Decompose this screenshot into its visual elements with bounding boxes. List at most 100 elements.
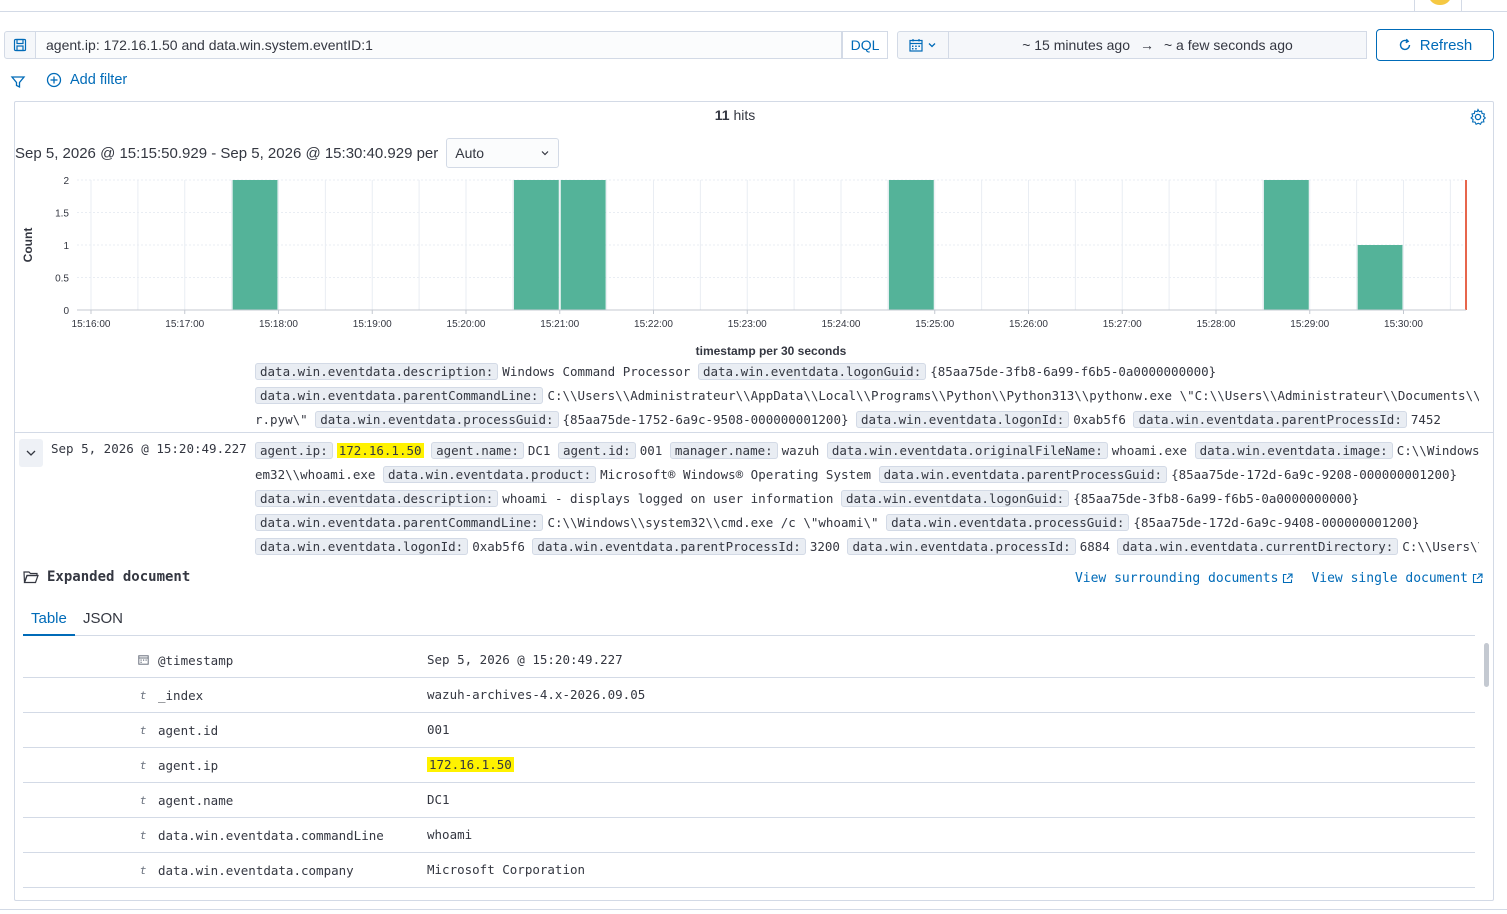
table-row[interactable]: t agent.id 001 [23,713,1475,748]
x-tick-label: 15:17:00 [165,319,204,330]
date-end[interactable]: ~ a few seconds ago [1164,37,1293,53]
field-value: Microsoft® Windows® Operating System [600,467,872,482]
scrollbar-thumb[interactable] [1484,643,1489,687]
field-line: data.win.eventdata.parentCommandLine: C:\… [255,384,1479,408]
field-value: 001 [639,443,663,458]
add-filter-button[interactable]: Add filter [46,72,127,88]
user-menu[interactable] [1414,0,1462,11]
field-line: data.win.eventdata.description: Windows C… [255,360,1479,384]
bar [888,180,934,310]
field-line: data.win.eventdata.description: whoami - … [255,487,1479,511]
field-key[interactable]: data.win.eventdata.parentProcessId: [1133,411,1407,428]
arrow-right-icon: → [1139,37,1154,53]
bar [232,180,278,310]
interval-select[interactable]: Auto [446,138,560,168]
field-key[interactable]: data.win.eventdata.parentProcessId: [532,538,806,555]
table-row[interactable]: t data.win.eventdata.company Microsoft Cor… [23,853,1475,888]
x-tick-label: 15:20:00 [447,319,486,330]
collapse-row-button[interactable] [19,439,43,467]
table-row[interactable]: t data.win.eventdata.commandLine whoami [23,818,1475,853]
field-key[interactable]: agent.ip: [255,442,333,459]
field-value: 7452 [1410,412,1441,427]
field-key[interactable]: data.win.eventdata.image: [1194,442,1393,459]
field-line: data.win.eventdata.logonId: 0xab5f6 data.… [255,535,1479,559]
saved-query-button[interactable] [4,31,36,59]
field-key[interactable]: agent.id: [557,442,636,459]
discover-panel: 11 hits Sep 5, 2026 @ 15:15:50.929 - Sep… [14,101,1494,901]
field-value: Windows Command Processor [502,364,691,379]
interval-row: Sep 5, 2026 @ 15:15:50.929 - Sep 5, 2026… [15,138,560,168]
field-value: 172.16.1.50 [427,757,514,772]
field-key[interactable]: agent.name: [431,442,524,459]
field-key[interactable]: data.win.eventdata.logonGuid: [840,490,1070,507]
field-value: C:\\Users\\Administrateur\\AppData\\Loca… [547,388,1479,403]
field-key[interactable]: data.win.eventdata.logonGuid: [697,363,927,380]
x-tick-label: 15:23:00 [728,319,767,330]
field-name: agent.name [158,793,234,808]
field-name: _index [158,688,204,703]
interval-selected: Auto [455,145,485,161]
chevron-down-icon [26,450,36,456]
field-key[interactable]: data.win.eventdata.processId: [847,538,1076,555]
x-tick-label: 15:18:00 [259,319,298,330]
field-value: {85aa75de-3fb8-6a99-f6b5-0a0000000000} [930,364,1217,379]
view-surrounding-label: View surrounding documents [1074,571,1279,586]
field-value: C:\\Windows\\system32\\cmd.exe /c \"whoa… [547,515,879,530]
field-key[interactable]: data.win.eventdata.description: [255,490,499,507]
field-key[interactable]: data.win.eventdata.logonId: [255,538,469,555]
y-tick-label: 0.5 [55,274,69,285]
field-key[interactable]: data.win.eventdata.logonId: [856,411,1070,428]
table-row[interactable]: Sep 5, 2026 @ 15:20:49.227 agent.ip: 172.… [15,432,1493,558]
previous-document-fields: data.win.eventdata.description: Windows C… [255,360,1479,432]
quick-date-menu-button[interactable] [897,31,949,59]
field-key[interactable]: data.win.eventdata.parentProcessGuid: [878,466,1168,483]
field-value: wazuh [781,443,820,458]
expanded-fields-table: @timestamp Sep 5, 2026 @ 15:20:49.227 t _in… [23,643,1475,888]
refresh-icon [1399,38,1410,51]
field-key[interactable]: data.win.eventdata.parentCommandLine: [255,514,544,531]
filter-icon[interactable] [10,74,26,90]
field-key[interactable]: data.win.eventdata.currentDirectory: [1117,538,1399,555]
expanded-document-header: Expanded document View surrounding docum… [23,567,1483,593]
document-fields: agent.ip: 172.16.1.50 agent.name: DC1 agen… [255,439,1479,559]
x-tick-label: 15:26:00 [1009,319,1048,330]
table-row[interactable]: t agent.ip 172.16.1.50 [23,748,1475,783]
top-header [0,0,1507,12]
field-key[interactable]: data.win.eventdata.description: [255,363,499,380]
y-tick-label: 0 [63,306,69,317]
search-query-input[interactable]: agent.ip: 172.16.1.50 and data.win.syste… [36,31,842,59]
bar [560,180,606,310]
field-key[interactable]: data.win.eventdata.originalFileName: [826,442,1108,459]
date-start[interactable]: ~ 15 minutes ago [1022,37,1130,53]
field-value: whoami.exe [1111,443,1188,458]
query-language-button[interactable]: DQL [842,31,888,59]
x-tick-label: 15:22:00 [634,319,673,330]
field-value: wazuh-archives-4.x-2026.09.05 [427,687,646,702]
gear-icon[interactable] [1469,108,1487,126]
field-line: data.win.eventdata.parentCommandLine: C:\… [255,511,1479,535]
field-key[interactable]: manager.name: [669,442,778,459]
divider [0,909,1507,910]
add-filter-label: Add filter [70,72,128,88]
view-single-document-link[interactable]: View single document [1311,571,1483,586]
tab-table[interactable]: Table [23,608,75,636]
field-key[interactable]: data.win.eventdata.processGuid: [315,411,559,428]
date-range-display[interactable]: ~ 15 minutes ago → ~ a few seconds ago [949,31,1367,59]
avatar[interactable] [1429,0,1451,5]
filter-bar: Add filter [0,70,400,96]
table-row[interactable]: t agent.name DC1 [23,783,1475,818]
calendar-icon [137,654,149,668]
table-row[interactable]: t _index wazuh-archives-4.x-2026.09.05 [23,678,1475,713]
field-key[interactable]: data.win.eventdata.product: [382,466,597,483]
table-row[interactable]: @timestamp Sep 5, 2026 @ 15:20:49.227 [23,643,1475,678]
document-tabs: Table JSON [23,602,1475,636]
field-key[interactable]: data.win.eventdata.parentCommandLine: [255,387,544,404]
string-type-icon: t [139,759,147,772]
tab-json[interactable]: JSON [75,608,131,636]
view-surrounding-documents-link[interactable]: View surrounding documents [1075,571,1294,586]
refresh-button[interactable]: Refresh [1376,29,1494,61]
field-value: C:\\Windows\\Syst [1396,443,1479,458]
field-key[interactable]: data.win.eventdata.processGuid: [886,514,1130,531]
chevron-down-icon [928,43,936,48]
document-links: View surrounding documents View single d… [1075,571,1483,586]
